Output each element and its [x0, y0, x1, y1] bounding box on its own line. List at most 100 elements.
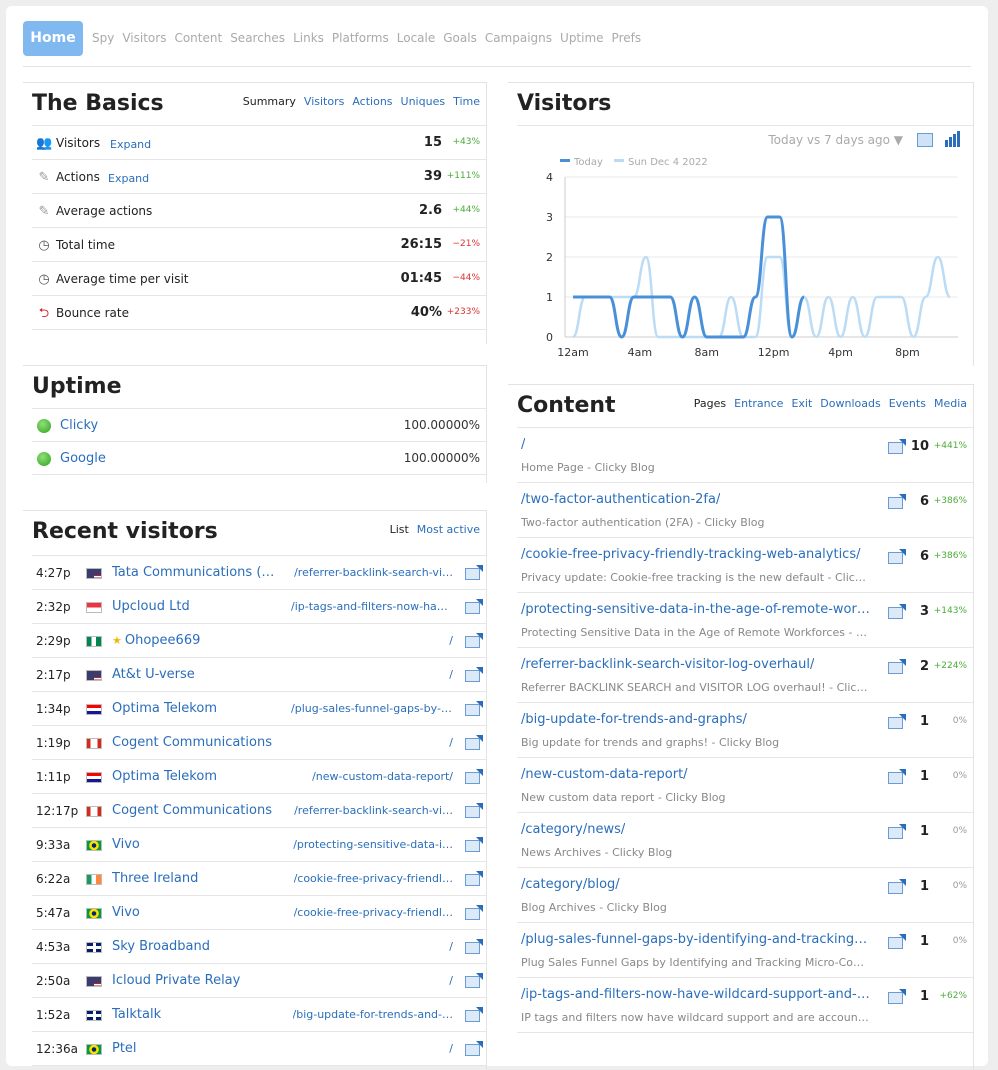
external-link-icon[interactable] [465, 976, 480, 988]
bar-chart-icon[interactable] [944, 131, 961, 147]
visitor-org-link[interactable]: Tata Communications (am… [112, 565, 277, 580]
external-link-icon[interactable] [465, 670, 480, 682]
nav-item-uptime[interactable]: Uptime [560, 31, 604, 45]
nav-item-goals[interactable]: Goals [443, 31, 477, 45]
external-link-icon[interactable] [465, 772, 480, 784]
visitor-page-link[interactable]: /ip-tags-and-filters-now-hav… [291, 600, 453, 613]
external-link-icon[interactable] [888, 497, 903, 509]
content-path-link[interactable]: /category/news/ [521, 822, 625, 837]
nav-item-content[interactable]: Content [174, 31, 222, 45]
external-link-icon[interactable] [465, 636, 480, 648]
visitor-org-link[interactable]: Optima Telekom [112, 701, 217, 716]
content-tab-events[interactable]: Events [889, 397, 926, 410]
visitor-org-link[interactable]: Upcloud Ltd [112, 599, 190, 614]
content-path-link[interactable]: /big-update-for-trends-and-graphs/ [521, 712, 747, 727]
external-link-icon[interactable] [888, 827, 903, 839]
content-tab-downloads[interactable]: Downloads [820, 397, 880, 410]
content-path-link[interactable]: /two-factor-authentication-2fa/ [521, 492, 720, 507]
external-link-icon[interactable] [888, 992, 903, 1004]
visitor-page-link[interactable]: /referrer-backlink-search-vi… [294, 804, 453, 817]
external-link-icon[interactable] [888, 662, 903, 674]
external-link-icon[interactable] [465, 806, 480, 818]
expand-link[interactable]: Expand [108, 172, 149, 185]
external-link-icon[interactable] [465, 602, 480, 614]
nav-item-locale[interactable]: Locale [397, 31, 435, 45]
nav-item-links[interactable]: Links [293, 31, 324, 45]
content-path-link[interactable]: /protecting-sensitive-data-in-the-age-of… [521, 602, 871, 617]
recent-tab-list[interactable]: List [390, 523, 409, 536]
nav-item-prefs[interactable]: Prefs [612, 31, 642, 45]
external-link-icon[interactable] [888, 937, 903, 949]
visitor-org-link[interactable]: Vivo [112, 837, 140, 852]
external-link-icon[interactable] [465, 1010, 480, 1022]
external-link-icon[interactable] [888, 442, 903, 454]
visitor-org-link[interactable]: Talktalk [112, 1007, 161, 1022]
visitor-page-link[interactable]: /cookie-free-privacy-friendl… [294, 906, 453, 919]
visitor-page-link[interactable]: / [449, 974, 453, 987]
visitor-page-link[interactable]: / [449, 1042, 453, 1055]
visitor-page-link[interactable]: / [449, 668, 453, 681]
visitor-page-link[interactable]: /cookie-free-privacy-friendl… [294, 872, 453, 885]
content-tab-entrance[interactable]: Entrance [734, 397, 783, 410]
nav-home-button[interactable]: Home [23, 21, 83, 56]
content-path-link[interactable]: /ip-tags-and-filters-now-have-wildcard-s… [521, 987, 871, 1002]
external-link-icon[interactable] [465, 704, 480, 716]
visitor-page-link[interactable]: /protecting-sensitive-data-i… [293, 838, 453, 851]
external-link-icon[interactable] [888, 882, 903, 894]
external-link-icon[interactable] [888, 772, 903, 784]
external-link-icon[interactable] [888, 552, 903, 564]
content-tab-exit[interactable]: Exit [791, 397, 812, 410]
visitor-org-link[interactable]: Cogent Communications [112, 803, 272, 818]
external-link-icon[interactable] [465, 874, 480, 886]
visitor-page-link[interactable]: /new-custom-data-report/ [312, 770, 453, 783]
basics-tab-time[interactable]: Time [453, 95, 480, 108]
visitor-page-link[interactable]: /referrer-backlink-search-vi… [294, 566, 453, 579]
visitor-page-link[interactable]: /plug-sales-funnel-gaps-by-i… [291, 702, 453, 715]
visitor-org-link[interactable]: Ptel [112, 1041, 137, 1056]
content-tab-pages[interactable]: Pages [694, 397, 726, 410]
content-tab-media[interactable]: Media [934, 397, 967, 410]
content-path-link[interactable]: / [521, 437, 525, 452]
nav-item-platforms[interactable]: Platforms [332, 31, 389, 45]
uptime-service-link[interactable]: Google [60, 451, 106, 466]
nav-item-visitors[interactable]: Visitors [122, 31, 166, 45]
external-link-icon[interactable] [465, 942, 480, 954]
nav-item-campaigns[interactable]: Campaigns [485, 31, 552, 45]
expand-link[interactable]: Expand [110, 138, 151, 151]
compare-selector[interactable]: Today vs 7 days ago ▼ [768, 133, 903, 147]
visitor-page-link[interactable]: /big-update-for-trends-and-… [293, 1008, 454, 1021]
nav-item-spy[interactable]: Spy [92, 31, 114, 45]
content-path-link[interactable]: /category/blog/ [521, 877, 620, 892]
basics-tab-summary[interactable]: Summary [243, 95, 296, 108]
content-path-link[interactable]: /cookie-free-privacy-friendly-tracking-w… [521, 547, 861, 562]
export-icon[interactable] [917, 133, 933, 147]
visitor-org-link[interactable]: Vivo [112, 905, 140, 920]
content-path-link[interactable]: /referrer-backlink-search-visitor-log-ov… [521, 657, 814, 672]
nav-item-searches[interactable]: Searches [230, 31, 285, 45]
visitor-org-link[interactable]: Three Ireland [112, 871, 198, 886]
recent-tab-most-active[interactable]: Most active [417, 523, 480, 536]
external-link-icon[interactable] [465, 568, 480, 580]
external-link-icon[interactable] [465, 908, 480, 920]
content-row: /ip-tags-and-filters-now-have-wildcard-s… [517, 978, 973, 1033]
content-path-link[interactable]: /plug-sales-funnel-gaps-by-identifying-a… [521, 932, 871, 947]
content-path-link[interactable]: /new-custom-data-report/ [521, 767, 688, 782]
visitor-org-link[interactable]: ★ Ohopee669 [112, 633, 200, 648]
visitor-org-link[interactable]: Cogent Communications [112, 735, 272, 750]
visitor-page-link[interactable]: / [449, 736, 453, 749]
visitor-org-link[interactable]: At&t U-verse [112, 667, 195, 682]
external-link-icon[interactable] [465, 738, 480, 750]
basics-tab-uniques[interactable]: Uniques [401, 95, 446, 108]
basics-tab-actions[interactable]: Actions [352, 95, 392, 108]
visitor-page-link[interactable]: / [449, 634, 453, 647]
external-link-icon[interactable] [888, 607, 903, 619]
uptime-service-link[interactable]: Clicky [60, 418, 98, 433]
external-link-icon[interactable] [888, 717, 903, 729]
visitor-org-link[interactable]: Optima Telekom [112, 769, 217, 784]
visitor-page-link[interactable]: / [449, 940, 453, 953]
x-tick-label: 4am [628, 346, 652, 359]
visitor-org-link[interactable]: Sky Broadband [112, 939, 210, 954]
basics-tab-visitors[interactable]: Visitors [304, 95, 344, 108]
visitor-org-link[interactable]: Icloud Private Relay [112, 973, 240, 988]
external-link-icon[interactable] [465, 840, 480, 852]
